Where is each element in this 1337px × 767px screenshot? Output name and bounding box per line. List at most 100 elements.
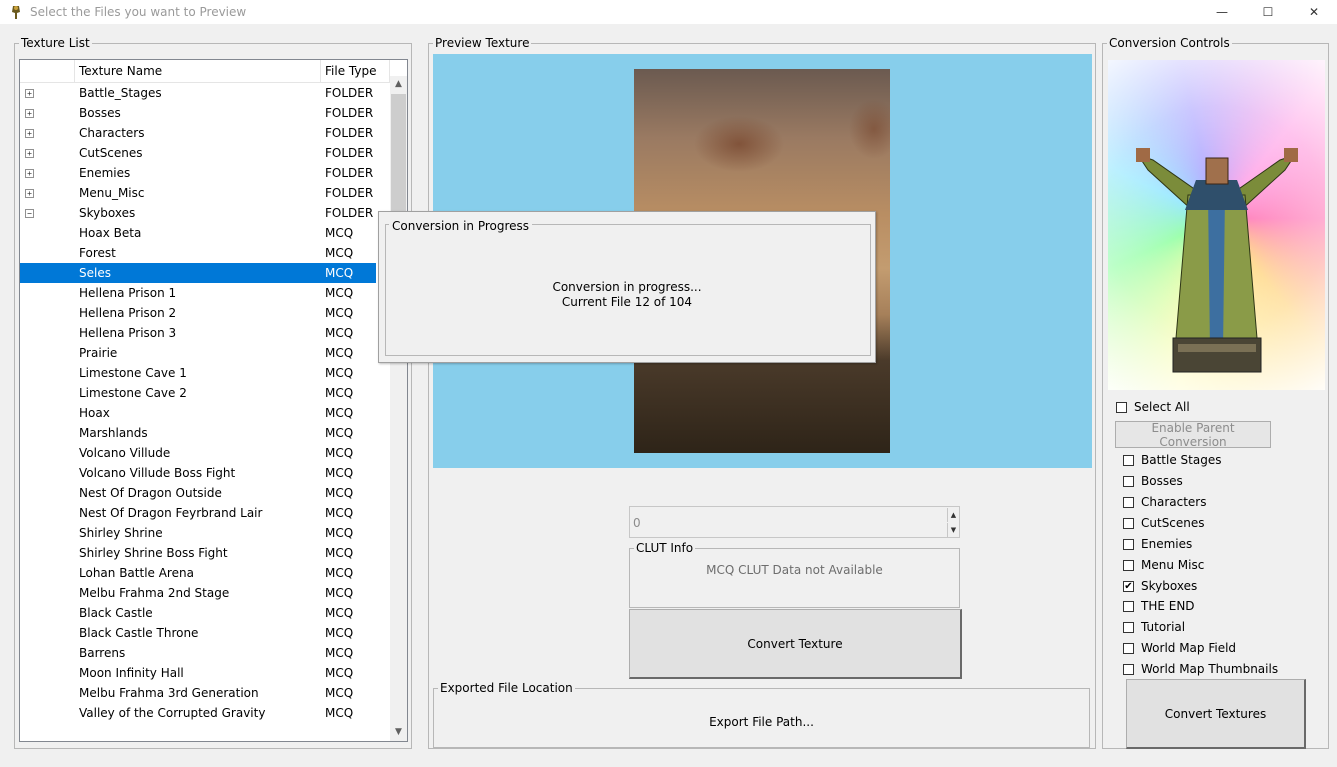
category-checkbox[interactable]: Enemies: [1123, 536, 1192, 552]
tree-row[interactable]: + Enemies FOLDER: [20, 163, 376, 183]
file-type: MCQ: [325, 386, 354, 400]
window-title: Select the Files you want to Preview: [30, 5, 247, 19]
expand-plus-icon[interactable]: +: [25, 169, 34, 178]
expand-plus-icon[interactable]: +: [25, 189, 34, 198]
tree-row[interactable]: Marshlands MCQ: [20, 423, 376, 443]
tree-row[interactable]: + Bosses FOLDER: [20, 103, 376, 123]
tree-row[interactable]: Hoax Beta MCQ: [20, 223, 376, 243]
tree-row[interactable]: Valley of the Corrupted Gravity MCQ: [20, 703, 376, 723]
checkbox-box[interactable]: [1123, 538, 1134, 550]
file-type: MCQ: [325, 566, 354, 580]
tree-row[interactable]: Melbu Frahma 2nd Stage MCQ: [20, 583, 376, 603]
tree-row[interactable]: Moon Infinity Hall MCQ: [20, 663, 376, 683]
tree-row[interactable]: + Menu_Misc FOLDER: [20, 183, 376, 203]
checkbox-box[interactable]: [1123, 475, 1134, 487]
category-checkbox[interactable]: Tutorial: [1123, 619, 1185, 635]
category-label: Enemies: [1141, 537, 1193, 551]
category-label: World Map Thumbnails: [1141, 662, 1279, 676]
checkbox-box[interactable]: [1123, 600, 1134, 612]
tree-scrollbar[interactable]: ▲ ▼: [390, 76, 407, 741]
tree-row[interactable]: + CutScenes FOLDER: [20, 143, 376, 163]
tree-row[interactable]: Black Castle MCQ: [20, 603, 376, 623]
scroll-thumb[interactable]: [391, 94, 406, 226]
maximize-button[interactable]: ☐: [1245, 0, 1291, 24]
category-checkbox[interactable]: Characters: [1123, 494, 1207, 510]
tree-row[interactable]: Nest Of Dragon Outside MCQ: [20, 483, 376, 503]
tree-row[interactable]: Lohan Battle Arena MCQ: [20, 563, 376, 583]
category-checkbox[interactable]: World Map Thumbnails: [1123, 661, 1278, 677]
tree-row[interactable]: Shirley Shrine Boss Fight MCQ: [20, 543, 376, 563]
spin-down-icon[interactable]: ▼: [947, 523, 959, 537]
texture-name: Characters: [79, 126, 145, 140]
collapse-minus-icon[interactable]: −: [25, 209, 34, 218]
tree-row[interactable]: + Battle_Stages FOLDER: [20, 83, 376, 103]
exported-location-group: Exported File Location Export File Path.…: [433, 681, 1090, 748]
export-file-path-button[interactable]: Export File Path...: [434, 715, 1089, 729]
tree-row[interactable]: Hellena Prison 1 MCQ: [20, 283, 376, 303]
expand-plus-icon[interactable]: +: [25, 129, 34, 138]
convert-textures-button[interactable]: Convert Textures: [1126, 679, 1306, 749]
category-checkbox[interactable]: THE END: [1123, 598, 1195, 614]
tree-row[interactable]: Prairie MCQ: [20, 343, 376, 363]
spin-up-icon[interactable]: ▲: [947, 508, 959, 522]
tree-row[interactable]: Volcano Villude Boss Fight MCQ: [20, 463, 376, 483]
minimize-button[interactable]: —: [1199, 0, 1245, 24]
checkbox-box[interactable]: [1123, 517, 1134, 529]
convert-texture-button[interactable]: Convert Texture: [629, 609, 962, 679]
category-checkbox[interactable]: World Map Field: [1123, 640, 1236, 656]
conversion-progress-dialog: Conversion in Progress Conversion in pro…: [378, 211, 876, 363]
texture-tree[interactable]: Texture Name File Type + Battle_Stages FOL…: [19, 59, 408, 742]
checkbox-box[interactable]: [1123, 621, 1134, 633]
tree-row[interactable]: Limestone Cave 1 MCQ: [20, 363, 376, 383]
file-type: MCQ: [325, 626, 354, 640]
tree-row[interactable]: Volcano Villude MCQ: [20, 443, 376, 463]
tree-row[interactable]: Hellena Prison 2 MCQ: [20, 303, 376, 323]
tree-row[interactable]: Forest MCQ: [20, 243, 376, 263]
category-checkbox[interactable]: Bosses: [1123, 473, 1183, 489]
column-texture-name[interactable]: Texture Name: [79, 64, 162, 78]
tree-row[interactable]: Black Castle Throne MCQ: [20, 623, 376, 643]
expand-plus-icon[interactable]: +: [25, 149, 34, 158]
checkbox-box[interactable]: [1123, 559, 1134, 571]
clut-info-message: MCQ CLUT Data not Available: [706, 563, 883, 577]
exported-location-legend: Exported File Location: [438, 681, 575, 695]
scroll-up-icon[interactable]: ▲: [390, 76, 407, 93]
tree-row[interactable]: Hellena Prison 3 MCQ: [20, 323, 376, 343]
select-all-box[interactable]: [1116, 401, 1127, 413]
tree-row[interactable]: + Characters FOLDER: [20, 123, 376, 143]
checkbox-box[interactable]: ✔: [1123, 580, 1134, 592]
texture-name: Bosses: [79, 106, 121, 120]
close-button[interactable]: ✕: [1291, 0, 1337, 24]
tree-row[interactable]: Nest Of Dragon Feyrbrand Lair MCQ: [20, 503, 376, 523]
tree-row[interactable]: Hoax MCQ: [20, 403, 376, 423]
category-checkbox[interactable]: Battle Stages: [1123, 452, 1221, 468]
tree-row[interactable]: − Skyboxes FOLDER: [20, 203, 376, 223]
scroll-down-icon[interactable]: ▼: [390, 724, 407, 741]
category-checkbox[interactable]: CutScenes: [1123, 515, 1205, 531]
category-label: THE END: [1141, 599, 1195, 613]
file-type: MCQ: [325, 606, 354, 620]
tree-row[interactable]: Melbu Frahma 3rd Generation MCQ: [20, 683, 376, 703]
column-file-type[interactable]: File Type: [325, 64, 376, 78]
tree-row[interactable]: Barrens MCQ: [20, 643, 376, 663]
checkbox-box[interactable]: [1123, 496, 1134, 508]
category-checkbox[interactable]: Menu Misc: [1123, 557, 1204, 573]
select-all-checkbox[interactable]: Select All: [1116, 399, 1190, 415]
conversion-controls-legend: Conversion Controls: [1107, 36, 1232, 50]
enable-parent-conversion-button[interactable]: Enable Parent Conversion: [1115, 421, 1271, 449]
tree-row[interactable]: Seles MCQ: [20, 263, 376, 283]
category-checkbox[interactable]: ✔ Skyboxes: [1123, 578, 1197, 594]
file-type: MCQ: [325, 466, 354, 480]
tree-header: Texture Name File Type: [20, 60, 390, 83]
checkbox-box[interactable]: [1123, 642, 1134, 654]
tree-row[interactable]: Limestone Cave 2 MCQ: [20, 383, 376, 403]
title-bar: Select the Files you want to Preview — ☐…: [0, 0, 1337, 24]
texture-name: Shirley Shrine: [79, 526, 163, 540]
checkbox-box[interactable]: [1123, 663, 1134, 675]
expand-plus-icon[interactable]: +: [25, 89, 34, 98]
texture-name: Hoax Beta: [79, 226, 142, 240]
tree-row[interactable]: Shirley Shrine MCQ: [20, 523, 376, 543]
expand-plus-icon[interactable]: +: [25, 109, 34, 118]
clut-index-stepper[interactable]: 0 ▲ ▼: [629, 506, 960, 538]
checkbox-box[interactable]: [1123, 454, 1134, 466]
